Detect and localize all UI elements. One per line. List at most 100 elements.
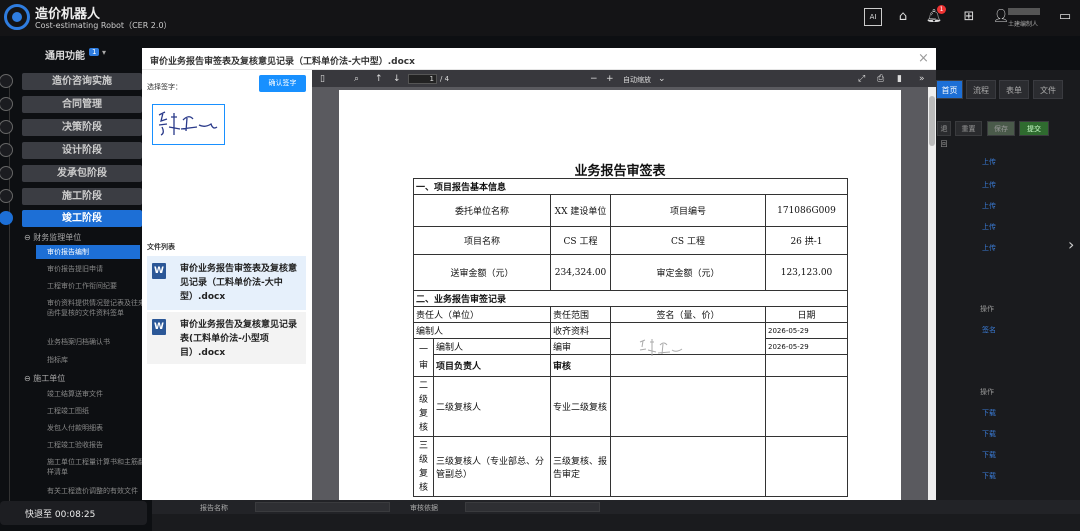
tab-form[interactable]: 表单	[999, 80, 1029, 99]
more-tools-icon[interactable]: »	[919, 74, 925, 84]
tree-item[interactable]: 审价资料提供情况登记表及往来函件复核的文件资料签单	[47, 298, 147, 318]
close-icon[interactable]: ×	[918, 51, 929, 66]
stage-construction[interactable]: 施工阶段	[22, 188, 142, 205]
page-number-input[interactable]: 1	[408, 74, 437, 84]
zoom-select[interactable]: 自动缩放	[623, 75, 651, 85]
row-person: 三级复核人（专业部总、分管副总）	[433, 436, 551, 497]
tree-item[interactable]: 发包人付款明细表	[47, 423, 147, 433]
tab-files[interactable]: 文件	[1033, 80, 1063, 99]
prev-page-icon[interactable]: ↑	[375, 74, 383, 84]
bookmark-icon[interactable]: ▮	[897, 74, 902, 84]
sign-cell[interactable]	[610, 376, 766, 437]
sidebar-toggle-icon[interactable]: ▯	[320, 74, 325, 84]
stage-design[interactable]: 设计阶段	[22, 142, 142, 159]
fullscreen-icon[interactable]: ⤢	[858, 74, 865, 84]
report-name-field[interactable]	[255, 502, 390, 512]
pdf-scrollbar[interactable]	[928, 87, 936, 500]
org-chart-icon[interactable]: ⊞	[960, 8, 978, 26]
home-icon[interactable]: ⌂	[894, 8, 912, 26]
download-link[interactable]: 下载	[982, 471, 996, 481]
app-logo	[4, 4, 30, 30]
tree-group-label: 施工单位	[33, 374, 66, 383]
project-no-label: 项目编号	[610, 194, 766, 227]
tree-item[interactable]: 有关工程造价调整的有效文件	[47, 486, 147, 496]
download-link[interactable]: 下载	[982, 429, 996, 439]
select-signature-label: 选择签字：	[147, 83, 182, 91]
upload-link[interactable]: 上传	[982, 243, 996, 253]
tree-item[interactable]: 施工单位工程量计算书和主筋翻样清单	[47, 457, 147, 477]
signature-pane: 选择签字： 确认签字 文件列表 W 审价业务报告审签表及复核意见记录（工料单价法…	[147, 75, 306, 500]
monitor-icon[interactable]: ▭	[1056, 8, 1074, 26]
modal-header: 审价业务报告审签表及复核意见记录（工料单价法-大中型）.docx ×	[142, 48, 936, 70]
project-no-value: 171086G009	[765, 194, 848, 227]
save-button[interactable]: 保存	[987, 121, 1015, 136]
reset-button[interactable]: 重置	[955, 121, 982, 136]
tree-item[interactable]: 工程竣工验收报告	[47, 440, 147, 450]
chevron-right-icon[interactable]: ›	[1068, 235, 1074, 254]
stage-decision[interactable]: 决策阶段	[22, 119, 142, 136]
download-link[interactable]: 下载	[982, 408, 996, 418]
sign-cell[interactable]	[610, 436, 766, 497]
project-name-label: 项目名称	[413, 226, 551, 255]
confirm-signature-button[interactable]: 确认签字	[259, 75, 306, 92]
tree-group-construction[interactable]: ⊖ 施工单位	[24, 373, 65, 384]
signature-stamp	[639, 339, 683, 356]
tab-home[interactable]: 首页	[936, 80, 963, 99]
tab-process[interactable]: 流程	[966, 80, 996, 99]
tree-group-label: 财务监理单位	[33, 233, 82, 242]
project-name-value: CS 工程	[550, 226, 611, 255]
row-person: 项目负责人	[433, 354, 551, 377]
next-page-icon[interactable]: ↓	[393, 74, 401, 84]
search-icon[interactable]: ⌕	[354, 74, 359, 84]
signature-option[interactable]	[152, 104, 225, 145]
tree-group-finance[interactable]: ⊖ 财务监理单位	[24, 232, 81, 243]
quick-functions[interactable]: 通用功能 1 ▾	[0, 36, 150, 70]
upload-link[interactable]: 上传	[982, 180, 996, 190]
tree-item[interactable]: 指标库	[47, 355, 147, 365]
chevron-down-icon: ▾	[102, 48, 107, 57]
tree-item[interactable]: 工程审价工作衔间纪要	[47, 281, 147, 291]
col-sign: 签名（量、价）	[610, 306, 766, 323]
download-link[interactable]: 下载	[982, 450, 996, 460]
tree-item-report-compile[interactable]: 审价报告编制	[36, 245, 140, 259]
report-name-label: 报告名称	[200, 504, 228, 512]
submit-button[interactable]: 提交	[1019, 121, 1049, 136]
modal-title: 审价业务报告审签表及复核意见记录（工料单价法-大中型）.docx	[150, 57, 415, 67]
return-button[interactable]: 退回	[937, 121, 951, 148]
row-person: 二级复核人	[433, 376, 551, 437]
upload-link[interactable]: 上传	[982, 222, 996, 232]
project-name-value2: CS 工程	[610, 226, 766, 255]
print-icon[interactable]: ⎙	[877, 74, 884, 84]
date-cell	[765, 376, 848, 437]
tree-item[interactable]: 工程竣工图纸	[47, 406, 147, 416]
zoom-out-icon[interactable]: −	[590, 74, 598, 84]
upload-link[interactable]: 上传	[982, 157, 996, 167]
tree-item[interactable]: 业务档案归档确认书	[47, 337, 147, 347]
row-person: 编制人	[433, 338, 551, 355]
stage-tender[interactable]: 发承包阶段	[22, 165, 142, 182]
scrollbar-thumb[interactable]	[929, 96, 935, 146]
zoom-in-icon[interactable]: +	[606, 74, 614, 84]
tree-item[interactable]: 审价报告提旧申请	[47, 264, 147, 274]
file-item-selected[interactable]: W 审价业务报告审签表及复核意见记录（工料单价法-大中型）.docx	[147, 256, 306, 310]
stage-consulting[interactable]: 造价咨询实施	[22, 73, 142, 90]
ai-icon[interactable]: AI	[864, 8, 882, 26]
col-date: 日期	[765, 306, 848, 323]
user-name-redacted	[1008, 8, 1040, 15]
file-item[interactable]: W 审价业务报告及复核意见记录表(工料单价法-小型项目）.docx	[147, 312, 306, 364]
playback-timer[interactable]: 快退至 00:08:25	[0, 501, 147, 525]
stage-dot	[0, 74, 13, 88]
tree-item[interactable]: 竣工结算送审文件	[47, 389, 147, 399]
sign-link[interactable]: 签名	[982, 325, 996, 335]
upload-link[interactable]: 上传	[982, 201, 996, 211]
row-side-label: 三级复核	[413, 436, 434, 497]
row-scope: 专业二级复核	[550, 376, 611, 437]
stage-completion[interactable]: 竣工阶段	[22, 210, 142, 227]
date-cell	[765, 436, 848, 497]
section-basic-info: 一、项目报告基本信息	[413, 178, 848, 195]
word-icon: W	[152, 319, 166, 335]
review-basis-field[interactable]	[465, 502, 600, 512]
stage-contract[interactable]: 合同管理	[22, 96, 142, 113]
user-role: 土建编制人	[1008, 21, 1039, 28]
date-cell	[765, 354, 848, 377]
